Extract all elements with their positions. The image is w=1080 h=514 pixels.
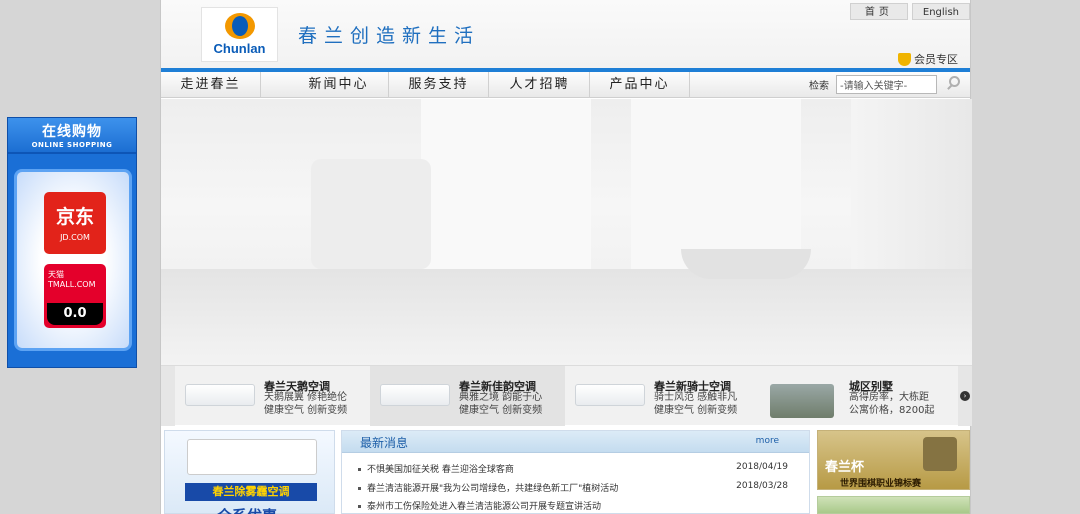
site-slogan: 春兰创造新生活 bbox=[298, 25, 481, 47]
jd-logo-text: 京东 bbox=[55, 206, 94, 228]
chevron-right-icon: › bbox=[960, 391, 970, 401]
nav-item-products[interactable]: 产品中心 bbox=[590, 72, 690, 98]
product-desc: 骑士风范 感触非凡 健康空气 创新变频 bbox=[654, 392, 738, 416]
news-item[interactable]: 不惧美国加征关税 春兰迎浴全球客商 2018/04/19 bbox=[358, 462, 788, 475]
nav-item-service[interactable]: 服务支持 bbox=[389, 72, 489, 98]
chunlan-cup-banner[interactable]: 春兰杯 世界围棋职业锦标赛 bbox=[817, 430, 970, 490]
tmall-cat-icon: 0.0 bbox=[47, 303, 103, 325]
main-nav: 走进春兰 新闻中心 服务支持 人才招聘 产品中心 检索 bbox=[161, 68, 970, 98]
promo-air-purifier-banner[interactable]: 春兰除雾霾空调 全系优惠 bbox=[164, 430, 335, 514]
tmall-shop-link[interactable]: 天猫 TMALL.COM 0.0 bbox=[44, 264, 106, 328]
chunlan-cup-title: 春兰杯 bbox=[825, 460, 865, 475]
shield-icon bbox=[898, 52, 911, 66]
secondary-banner[interactable] bbox=[817, 496, 970, 514]
nav-item-careers[interactable]: 人才招聘 bbox=[490, 72, 590, 98]
promo-headline: 全系优惠 bbox=[217, 505, 277, 514]
search-icon[interactable] bbox=[946, 75, 963, 92]
chunlan-logo-icon bbox=[224, 13, 255, 39]
tmall-logo-text: 天猫 bbox=[48, 270, 64, 279]
online-shopping-panel: 在线购物 ONLINE SHOPPING 京东 JD.COM 天猫 TMALL.… bbox=[7, 117, 137, 368]
top-links: 首页 English bbox=[849, 3, 970, 20]
search-label: 检索 bbox=[809, 81, 829, 92]
site-header: Chunlan 春兰创造新生活 首页 English 会员专区 bbox=[161, 0, 970, 68]
trophy-icon bbox=[923, 437, 957, 471]
online-shopping-title: 在线购物 bbox=[42, 124, 102, 140]
chunlan-cup-subtitle: 世界围棋职业锦标赛 bbox=[840, 479, 922, 489]
logo-text: Chunlan bbox=[213, 41, 266, 56]
tmall-domain: TMALL.COM bbox=[48, 280, 96, 289]
shop-links-box: 京东 JD.COM 天猫 TMALL.COM 0.0 bbox=[14, 169, 132, 351]
air-conditioner-image bbox=[187, 439, 317, 475]
jd-domain: JD.COM bbox=[60, 233, 90, 242]
product-item-tiane[interactable]: 春兰天鹅空调 天鹅展翼 修艳绝伦 健康空气 创新变频 bbox=[175, 366, 370, 426]
news-panel: 最新消息 more 不惧美国加征关税 春兰迎浴全球客商 2018/04/19 春… bbox=[341, 430, 810, 514]
news-date: 2018/04/19 bbox=[736, 462, 788, 472]
carousel-next-arrow[interactable]: › bbox=[958, 366, 972, 426]
main-container: Chunlan 春兰创造新生活 首页 English 会员专区 走进春兰 新闻中… bbox=[160, 0, 972, 514]
promo-tag: 春兰除雾霾空调 bbox=[185, 483, 317, 501]
product-desc: 典雅之境 韵能于心 健康空气 创新变频 bbox=[459, 392, 543, 416]
product-desc: 高得房率，大栋距 公寓价格，8200起 bbox=[849, 392, 935, 416]
air-conditioner-image bbox=[380, 384, 450, 406]
nav-item-about[interactable]: 走进春兰 bbox=[161, 72, 261, 98]
product-item-jiayun[interactable]: 春兰新佳韵空调 典雅之境 韵能于心 健康空气 创新变频 bbox=[370, 366, 565, 426]
online-shopping-subtitle: ONLINE SHOPPING bbox=[31, 141, 113, 149]
news-date: 2018/03/28 bbox=[736, 481, 788, 491]
product-desc: 天鹅展翼 修艳绝伦 健康空气 创新变频 bbox=[264, 392, 348, 416]
news-more-link[interactable]: more bbox=[756, 436, 779, 446]
jd-shop-link[interactable]: 京东 JD.COM bbox=[44, 192, 106, 254]
member-area-label: 会员专区 bbox=[914, 53, 958, 66]
news-header: 最新消息 more bbox=[342, 431, 809, 453]
home-link[interactable]: 首页 bbox=[849, 3, 908, 20]
product-carousel: 春兰天鹅空调 天鹅展翼 修艳绝伦 健康空气 创新变频 春兰新佳韵空调 典雅之境 韵… bbox=[161, 365, 972, 426]
air-conditioner-image bbox=[575, 384, 645, 406]
air-conditioner-image bbox=[185, 384, 255, 406]
building-image bbox=[770, 384, 834, 418]
english-link[interactable]: English bbox=[911, 3, 970, 20]
nav-item-news[interactable]: 新闻中心 bbox=[289, 72, 389, 98]
member-area-link[interactable]: 会员专区 bbox=[898, 51, 958, 67]
news-item[interactable]: 春兰清洁能源开展"我为公司增绿色，共建绿色新工厂"植树活动 2018/03/28 bbox=[358, 481, 788, 494]
news-title: 最新消息 bbox=[360, 436, 409, 450]
online-shopping-header: 在线购物 ONLINE SHOPPING bbox=[8, 118, 136, 154]
carousel-prev-arrow[interactable] bbox=[161, 366, 175, 426]
news-item[interactable]: 泰州市工伤保险处进入春兰清洁能源公司开展专题宣讲活动 bbox=[358, 499, 788, 512]
hero-banner-image bbox=[161, 99, 972, 365]
product-item-qishi[interactable]: 春兰新骑士空调 骑士风范 感触非凡 健康空气 创新变频 bbox=[565, 366, 760, 426]
product-item-villa[interactable]: 城区别墅 高得房率，大栋距 公寓价格，8200起 bbox=[760, 366, 955, 426]
chunlan-logo[interactable]: Chunlan bbox=[201, 7, 278, 62]
search-input[interactable] bbox=[836, 75, 937, 94]
